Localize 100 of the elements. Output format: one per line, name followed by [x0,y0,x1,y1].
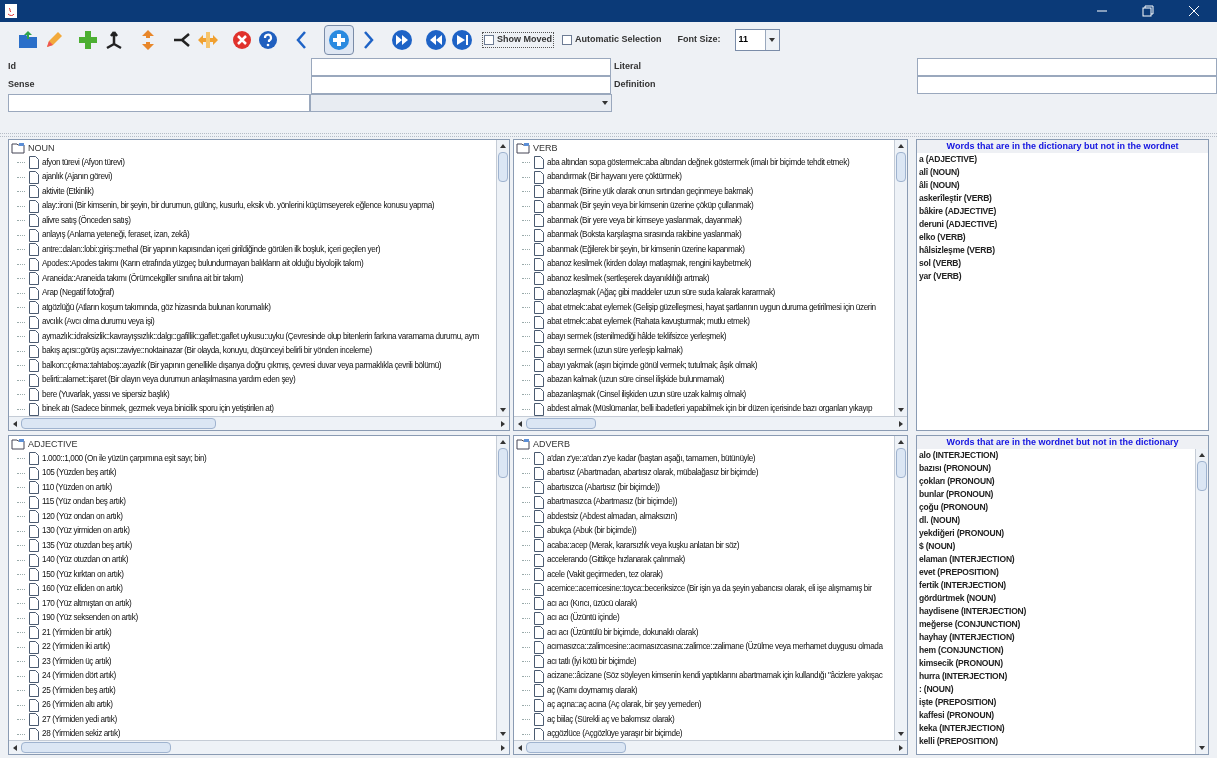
tree-item[interactable]: abanmak (Birine yük olarak onun sırtından geçinmeye bakmak) [547,185,753,198]
list-item[interactable]: deruni (ADJECTIVE) [919,218,1208,231]
literal-field[interactable] [917,58,1217,76]
tree-root[interactable]: NOUN [28,141,55,155]
list-item[interactable]: kelli (PREPOSITION) [919,735,1195,748]
tree-item[interactable]: abartmasızca (Abartmasız (bir biçimde)) [547,496,677,509]
tree-item[interactable]: Arap (Negatif fotoğraf) [42,287,114,300]
list-item[interactable]: elko (VERB) [919,231,1208,244]
tree-item[interactable]: 170 (Yüz altmıştan on artık) [42,597,132,610]
tree-item[interactable]: aktivite (Etkinlik) [42,185,94,198]
tree-item[interactable]: 135 (Yüz otuzdan beş artık) [42,539,132,552]
tree-item[interactable]: abandırmak (Bir hayvanı yere çöktürmek) [547,171,682,184]
tree-item[interactable]: avcılık (Avcı olma durumu veya işi) [42,316,155,329]
tree-item[interactable]: acemice::acemicesine::toyca::beceriksizce (Bir işin ya da şeyin yabancısı olarak, eli işe alışmamış bir [547,583,872,596]
tree-item[interactable]: binek atı (Sadece binmek, gezmek veya binicilik sporu için yetiştirilen at) [42,403,274,416]
scrollbar-thumb[interactable] [896,152,906,182]
tree-item[interactable]: 26 (Yirmiden altı artık) [42,699,113,712]
arrow-up-icon[interactable] [897,142,905,150]
arrow-down-icon[interactable] [897,730,905,738]
tree-item[interactable]: antre::dalan::lobi::giriş::methal (Bir yapının kapısından içeri girildiğinde görülen ilk boşluk, içeri geçilen yer) [42,243,381,256]
tree-item[interactable]: aç biilaç (Sürekli aç ve bakımsız olarak) [547,713,675,726]
horizontal-scrollbar[interactable] [9,740,509,754]
tree-item[interactable]: abanoz kesilmek (kirden dolayı matlaşmak, rengini kaybetmek) [547,258,751,271]
arrow-left-icon[interactable] [11,743,19,752]
tree-item[interactable]: Apodes::Apodes takımı (Karın etrafında yüzgeç bulundurmayan balıkların ait olduğu biyolojik takım) [42,258,364,271]
arrow-right-icon[interactable] [897,743,905,752]
list-item[interactable]: hem (CONJUNCTION) [919,644,1195,657]
id-field[interactable] [311,58,611,76]
tree-item[interactable]: 130 (Yüz yirmiden on artık) [42,525,130,538]
arrow-down-icon[interactable] [768,36,777,44]
sense-field[interactable] [311,76,611,94]
horizontal-scrollbar[interactable] [9,416,509,430]
list-item[interactable]: elaman (INTERJECTION) [919,553,1195,566]
list-item[interactable]: evet (PREPOSITION) [919,566,1195,579]
list-item[interactable]: bazısı (PRONOUN) [919,462,1195,475]
scrollbar-thumb[interactable] [21,742,171,753]
tree-item[interactable]: abanmak (Bir yere veya bir kimseye yaslanmak, dayanmak) [547,214,742,227]
tree-item[interactable]: 140 (Yüz otuzdan on artık) [42,554,129,567]
tree-root[interactable]: VERB [533,141,558,155]
tree-item[interactable]: acı acı (Üzüntülü bir biçimde, dokunaklı olarak) [547,626,698,639]
tree-item[interactable]: acı acı (Kırıcı, üzücü olarak) [547,597,637,610]
tree-item[interactable]: accelerando (Gittikçe hızlanarak çalınmak) [547,554,685,567]
tree-item[interactable]: açgözlüce (Açgözlüye yaraşır bir biçimde) [547,728,683,740]
list-item[interactable]: hayhay (INTERJECTION) [919,631,1195,644]
list-item[interactable]: bâkire (ADJECTIVE) [919,205,1208,218]
tree-item[interactable]: abukça (Abuk (bir biçimde)) [547,525,637,538]
tree-item[interactable]: acı tatlı (İyi kötü bir biçimde) [547,655,637,668]
tree-item[interactable]: 24 (Yirmiden dört artık) [42,670,116,683]
list-item[interactable]: çoğu (PRONOUN) [919,501,1195,514]
list-item[interactable]: âli (NOUN) [919,179,1208,192]
scrollbar-thumb[interactable] [1197,461,1207,491]
tree-item[interactable]: abdestsiz (Abdest almadan, almaksızın) [547,510,677,523]
tree-item[interactable]: aç açına::aç acına (Aç olarak, bir şey yemeden) [547,699,702,712]
tree-item[interactable]: atgözlüğü (Atların koşum takımında, göz hizasında bulunan korumalık) [42,301,271,314]
list-item[interactable]: yar (VERB) [919,270,1208,283]
font-size-dropdown[interactable]: 11 [734,29,780,51]
scrollbar-thumb[interactable] [498,152,508,182]
text-field[interactable] [8,94,310,112]
arrow-down-icon[interactable] [601,99,609,107]
arrow-right-icon[interactable] [897,419,905,428]
definition-field[interactable] [917,76,1217,94]
tree-item[interactable]: belirti::alamet::işaret (Bir olayın veya durumun anlaşılmasına yardım eden şey) [42,374,296,387]
tree-item[interactable]: bere (Yuvarlak, yassı ve sipersiz başlık) [42,388,170,401]
tree-item[interactable]: 28 (Yirmiden sekiz artık) [42,728,120,740]
horizontal-scrollbar[interactable] [514,740,907,754]
scrollbar-thumb[interactable] [498,448,508,478]
arrow-left-icon[interactable] [516,743,524,752]
tree-item[interactable]: anlayış (Anlama yeteneği, feraset, izan, zekâ) [42,229,190,242]
list-item[interactable]: haydisene (INTERJECTION) [919,605,1195,618]
list-item[interactable]: işte (PREPOSITION) [919,696,1195,709]
list-item[interactable]: alî (NOUN) [919,166,1208,179]
tree-item[interactable]: acı acı (Üzüntü içinde) [547,612,620,625]
tree-item[interactable]: 110 (Yüzden on artık) [42,481,112,494]
arrow-up-icon[interactable] [499,142,507,150]
checkbox[interactable]: Automatic Selection [560,32,664,48]
arrow-up-icon[interactable] [897,438,905,446]
tree-item[interactable]: abayı yakmak (aşırı biçimde gönül vermek; tutulmak; âşık olmak) [547,359,758,372]
tree-root[interactable]: ADJECTIVE [28,437,78,451]
list-item[interactable]: hâlsizleşme (VERB) [919,244,1208,257]
tree-root[interactable]: ADVERB [533,437,570,451]
tree-item[interactable]: aba altından sopa göstermek::aba altından değnek göstermek (imalı bir biçimde tehdit etmek) [547,156,850,169]
scrollbar-thumb[interactable] [896,448,906,478]
arrow-right-icon[interactable] [499,743,507,752]
list-item[interactable]: keka (INTERJECTION) [919,722,1195,735]
arrow-up-icon[interactable] [499,438,507,446]
list-item[interactable]: çokları (PRONOUN) [919,475,1195,488]
tree-item[interactable]: Araneida::Araneida takımı (Örümcekgiller sınıfına ait bir takım) [42,272,243,285]
tree-item[interactable]: acizane::âcizane (Söz söyleyen kimsenin kendi yaptıklarını abartmamak için kullandığı "âcizlere yakışac [547,670,883,683]
list-item[interactable]: gördürtmek (NOUN) [919,592,1195,605]
tree-item[interactable]: abanozlaşmak (Ağaç gibi maddeler uzun süre suda kalarak kararmak) [547,287,775,300]
scrollbar-thumb[interactable] [526,418,596,429]
arrow-down-icon[interactable] [499,730,507,738]
list-item[interactable]: bunlar (PRONOUN) [919,488,1195,501]
arrow-left-icon[interactable] [11,419,19,428]
tree-item[interactable]: abat etmek::abat eylemek (Gelişip güzelleşmesi, hayat şartlarının uygun duruma getirilmesi için üzerin [547,301,876,314]
tree-item[interactable]: 27 (Yirmiden yedi artık) [42,713,117,726]
vertical-scrollbar[interactable] [894,436,907,740]
list-item[interactable]: dl. (NOUN) [919,514,1195,527]
arrow-left-icon[interactable] [516,419,524,428]
list-item[interactable]: $ (NOUN) [919,540,1195,553]
